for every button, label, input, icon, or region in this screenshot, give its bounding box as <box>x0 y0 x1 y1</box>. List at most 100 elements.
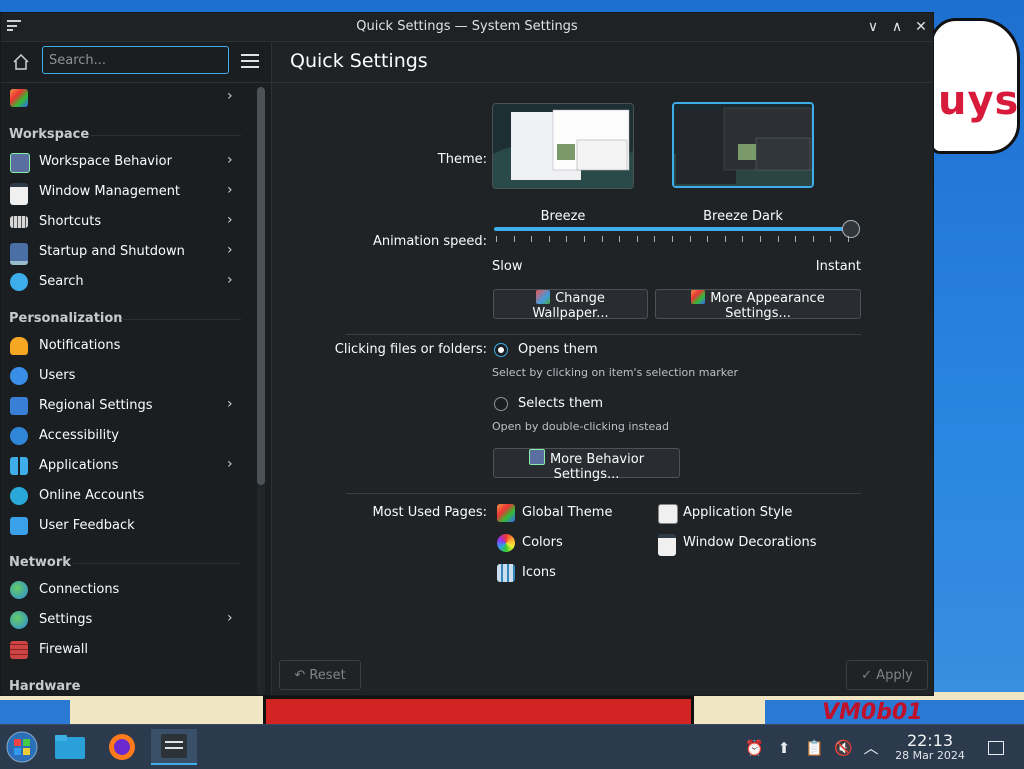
chevron-right-icon: › <box>227 242 233 258</box>
minimize-button[interactable]: ∨ <box>863 17 883 37</box>
sidebar-item-label: Online Accounts <box>39 488 145 503</box>
title-bar[interactable]: Quick Settings — System Settings ∨ ∧ ✕ <box>1 13 933 42</box>
sidebar-item-workspace-behavior[interactable]: Workspace Behavior › <box>1 147 251 177</box>
sidebar-item-label: Search <box>39 274 84 289</box>
sidebar-item-label: Startup and Shutdown <box>39 244 185 259</box>
opens-them-radio[interactable] <box>494 343 508 357</box>
divider <box>346 493 861 494</box>
slider-tick <box>707 236 709 242</box>
sidebar-item-network-settings[interactable]: Settings › <box>1 605 251 635</box>
clock-date[interactable]: 28 Mar 2024 <box>888 749 972 762</box>
sidebar-item-label: Accessibility <box>39 428 119 443</box>
selects-them-radio[interactable] <box>494 397 508 411</box>
appearance-icon <box>10 89 28 107</box>
selects-them-label[interactable]: Selects them <box>518 396 603 411</box>
checkmark-icon: ✓ <box>861 667 873 683</box>
chevron-right-icon: › <box>227 272 233 288</box>
sidebar-list: › Workspace Workspace Behavior › Window … <box>1 83 251 695</box>
sidebar-item-firewall[interactable]: Firewall <box>1 635 251 665</box>
alarm-clock-icon[interactable]: ⏰ <box>745 739 764 757</box>
firefox-button[interactable] <box>103 729 141 765</box>
keyboard-icon <box>10 216 28 228</box>
sidebar-item-search[interactable]: Search › <box>1 267 251 297</box>
opens-them-label[interactable]: Opens them <box>518 342 598 357</box>
chevron-right-icon: › <box>227 396 233 412</box>
change-wallpaper-button[interactable]: Change Wallpaper... <box>493 289 648 321</box>
sidebar-item-applications[interactable]: Applications › <box>1 451 251 481</box>
more-behavior-label: More Behavior Settings... <box>549 452 645 482</box>
update-icon[interactable]: ⬆ <box>775 739 793 757</box>
workspace-behavior-icon <box>10 153 30 173</box>
maximize-button[interactable]: ∧ <box>887 17 907 37</box>
system-settings-window: Quick Settings — System Settings ∨ ∧ ✕ ›… <box>0 12 934 696</box>
section-hardware: Hardware <box>9 679 81 694</box>
clock-time[interactable]: 22:13 <box>900 731 960 750</box>
system-settings-task[interactable] <box>151 729 197 765</box>
most-used-label-text: Application Style <box>683 505 793 520</box>
slider-tick <box>548 236 550 242</box>
globe-icon <box>10 581 28 599</box>
reset-icon: ↶ <box>294 667 306 683</box>
sidebar-item-startup-shutdown[interactable]: Startup and Shutdown › <box>1 237 251 267</box>
sidebar-item-label: Notifications <box>39 338 121 353</box>
theme-breeze-card[interactable] <box>492 103 634 189</box>
chevron-up-icon[interactable]: ︿ <box>862 739 880 757</box>
sidebar-item-label: Regional Settings <box>39 398 153 413</box>
chevron-right-icon: › <box>227 610 233 626</box>
sidebar-item-regional-settings[interactable]: Regional Settings › <box>1 391 251 421</box>
slider-tick <box>566 236 568 242</box>
volume-muted-icon[interactable]: 🔇 <box>834 739 853 757</box>
window-decorations-icon <box>658 534 676 556</box>
sidebar-item-online-accounts[interactable]: Online Accounts <box>1 481 251 511</box>
sidebar-item-notifications[interactable]: Notifications <box>1 331 251 361</box>
wallpaper-sky <box>0 700 70 724</box>
sidebar-item-accessibility[interactable]: Accessibility <box>1 421 251 451</box>
sidebar-item-shortcuts[interactable]: Shortcuts › <box>1 207 251 237</box>
sidebar-item-window-management[interactable]: Window Management › <box>1 177 251 207</box>
home-icon[interactable] <box>11 52 31 72</box>
chevron-right-icon: › <box>227 456 233 472</box>
show-desktop-icon[interactable] <box>988 741 1004 755</box>
theme-breeze-dark-card[interactable] <box>672 102 814 188</box>
taskbar: ⏰ ⬆ 📋 🔇 ︿ 22:13 28 Mar 2024 <box>0 724 1024 769</box>
animation-speed-handle[interactable] <box>842 220 860 238</box>
bell-icon <box>10 337 28 355</box>
opens-them-hint: Select by clicking on item's selection m… <box>492 366 738 379</box>
slider-max-label: Instant <box>815 259 861 274</box>
application-launcher-button[interactable] <box>3 729 41 765</box>
slider-tick <box>777 236 779 242</box>
file-manager-button[interactable] <box>51 729 89 765</box>
sidebar-item-connections[interactable]: Connections <box>1 575 251 605</box>
more-appearance-settings-button[interactable]: More Appearance Settings... <box>655 289 861 321</box>
section-network: Network <box>9 555 71 570</box>
sidebar-scroll-thumb[interactable] <box>257 87 265 485</box>
animation-speed-slider[interactable] <box>494 227 852 231</box>
window-management-icon <box>10 183 28 205</box>
sidebar-item-label: Users <box>39 368 76 383</box>
slider-tick <box>496 236 497 242</box>
reset-button[interactable]: ↶ Reset <box>279 660 361 690</box>
window-title: Quick Settings — System Settings <box>356 19 578 34</box>
most-used-label-text: Colors <box>522 535 563 550</box>
startup-icon <box>10 243 28 265</box>
slider-tick <box>636 236 638 242</box>
apply-button[interactable]: ✓ Apply <box>846 660 928 690</box>
chevron-right-icon: › <box>227 182 233 198</box>
slider-tick <box>742 236 744 242</box>
users-icon <box>10 367 28 385</box>
clipboard-icon[interactable]: 📋 <box>805 739 824 757</box>
search-input[interactable] <box>42 46 229 74</box>
sidebar-item-users[interactable]: Users <box>1 361 251 391</box>
workspace-behavior-icon <box>528 449 545 465</box>
close-button[interactable]: ✕ <box>911 17 931 37</box>
sidebar-item-appearance[interactable]: › <box>1 83 251 113</box>
most-used-label: Most Used Pages: <box>372 505 487 520</box>
section-divider <box>121 319 241 320</box>
sidebar-item-label: User Feedback <box>39 518 135 533</box>
hamburger-menu-icon[interactable] <box>241 54 259 68</box>
more-behavior-settings-button[interactable]: More Behavior Settings... <box>493 448 680 482</box>
sidebar-item-label: Workspace Behavior <box>39 154 172 169</box>
most-used-label-text: Icons <box>522 565 556 580</box>
sidebar-item-user-feedback[interactable]: User Feedback <box>1 511 251 541</box>
divider <box>346 334 861 335</box>
